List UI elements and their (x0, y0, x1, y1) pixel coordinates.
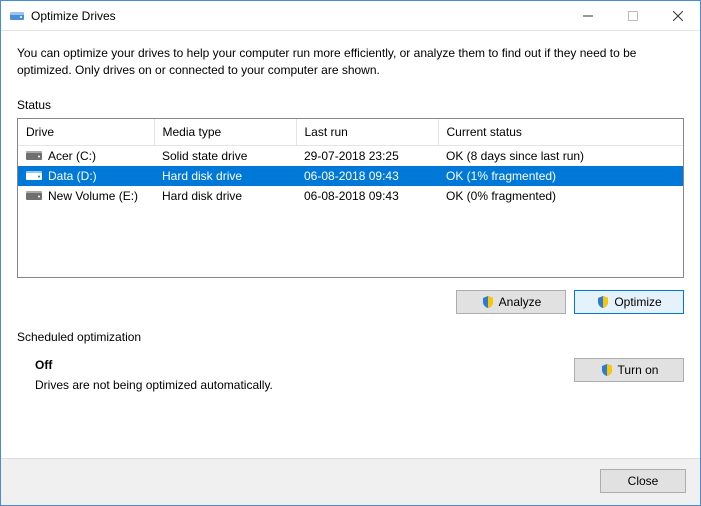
drive-cell: Data (D:) (26, 169, 146, 183)
description-text: You can optimize your drives to help you… (17, 45, 684, 80)
turn-on-button[interactable]: Turn on (574, 358, 684, 382)
drive-name: New Volume (E:) (48, 189, 138, 203)
scheduled-message: Drives are not being optimized automatic… (35, 378, 544, 392)
scheduled-section: Scheduled optimization Off Drives are no… (17, 330, 684, 392)
drive-cell: New Volume (E:) (26, 189, 146, 203)
shield-icon (600, 363, 614, 377)
drive-icon (26, 170, 42, 182)
table-row[interactable]: Acer (C:) Solid state drive29-07-2018 23:… (18, 145, 683, 166)
drives-table: Drive Media type Last run Current status… (17, 118, 684, 278)
table-header-row: Drive Media type Last run Current status (18, 119, 683, 146)
close-button[interactable] (655, 1, 700, 31)
col-media[interactable]: Media type (154, 119, 296, 146)
drive-status: OK (1% fragmented) (438, 166, 683, 186)
drive-status: OK (0% fragmented) (438, 186, 683, 206)
drive-lastrun: 06-08-2018 09:43 (296, 166, 438, 186)
footer: Close (1, 458, 700, 505)
col-drive[interactable]: Drive (18, 119, 154, 146)
col-status[interactable]: Current status (438, 119, 683, 146)
shield-icon (481, 295, 495, 309)
scheduled-label: Scheduled optimization (17, 330, 684, 344)
optimize-button[interactable]: Optimize (574, 290, 684, 314)
drive-icon (26, 150, 42, 162)
titlebar: Optimize Drives (1, 1, 700, 31)
drive-lastrun: 06-08-2018 09:43 (296, 186, 438, 206)
drive-status: OK (8 days since last run) (438, 145, 683, 166)
analyze-button[interactable]: Analyze (456, 290, 566, 314)
drive-cell: Acer (C:) (26, 149, 146, 163)
minimize-button[interactable] (565, 1, 610, 31)
app-icon (9, 8, 25, 24)
drive-name: Data (D:) (48, 169, 97, 183)
drive-media: Hard disk drive (154, 186, 296, 206)
drive-name: Acer (C:) (48, 149, 96, 163)
table-row[interactable]: Data (D:) Hard disk drive06-08-2018 09:43… (18, 166, 683, 186)
drive-media: Hard disk drive (154, 166, 296, 186)
turn-on-label: Turn on (618, 363, 659, 377)
analyze-label: Analyze (499, 295, 542, 309)
status-label: Status (17, 98, 684, 112)
window-title: Optimize Drives (31, 9, 116, 23)
table-row[interactable]: New Volume (E:) Hard disk drive06-08-2018… (18, 186, 683, 206)
drive-media: Solid state drive (154, 145, 296, 166)
close-label: Close (628, 474, 659, 488)
drive-icon (26, 190, 42, 202)
close-dialog-button[interactable]: Close (600, 469, 686, 493)
col-lastrun[interactable]: Last run (296, 119, 438, 146)
action-buttons: Analyze Optimize (17, 290, 684, 314)
content-area: You can optimize your drives to help you… (1, 31, 700, 458)
drive-lastrun: 29-07-2018 23:25 (296, 145, 438, 166)
optimize-label: Optimize (614, 295, 661, 309)
maximize-button[interactable] (610, 1, 655, 31)
scheduled-state: Off (35, 358, 544, 372)
shield-icon (596, 295, 610, 309)
